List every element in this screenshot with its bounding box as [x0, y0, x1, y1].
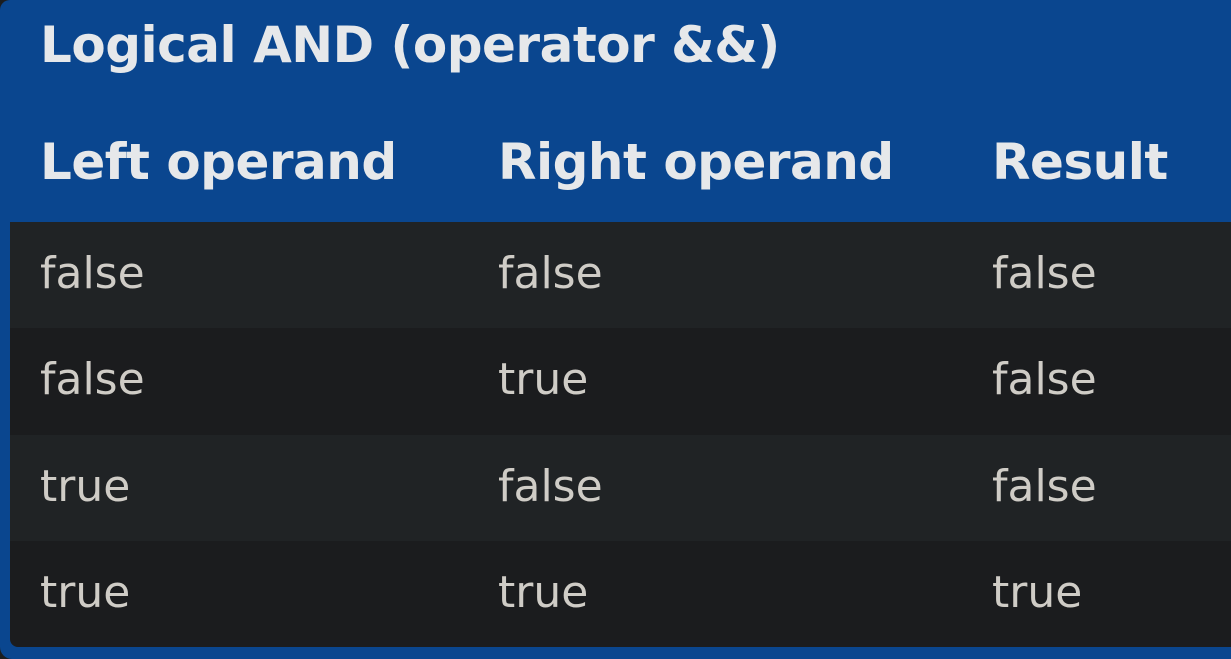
table-row: false true false: [10, 328, 1231, 435]
cell-result: false: [992, 354, 1097, 405]
table-row: false false false: [10, 222, 1231, 329]
truth-table: Logical AND (operator &&) Left operand R…: [0, 0, 1231, 659]
table-header-row: Left operand Right operand Result: [10, 116, 1231, 222]
header-result: Result: [992, 133, 1168, 191]
cell-left-operand: true: [40, 567, 131, 618]
cell-right-operand: false: [498, 248, 603, 299]
cell-right-operand: true: [498, 567, 589, 618]
cell-left-operand: false: [40, 354, 145, 405]
header-right-operand: Right operand: [498, 133, 894, 191]
table-caption: Logical AND (operator &&): [40, 16, 780, 74]
cell-right-operand: true: [498, 354, 589, 405]
cell-result: false: [992, 461, 1097, 512]
table-row: true true true: [10, 541, 1231, 647]
cell-left-operand: true: [40, 461, 131, 512]
cell-result: true: [992, 567, 1083, 618]
table-body: false false false false true false true …: [10, 222, 1231, 647]
cell-left-operand: false: [40, 248, 145, 299]
cell-right-operand: false: [498, 461, 603, 512]
header-left-operand: Left operand: [40, 133, 397, 191]
table-row: true false false: [10, 435, 1231, 542]
cell-result: false: [992, 248, 1097, 299]
